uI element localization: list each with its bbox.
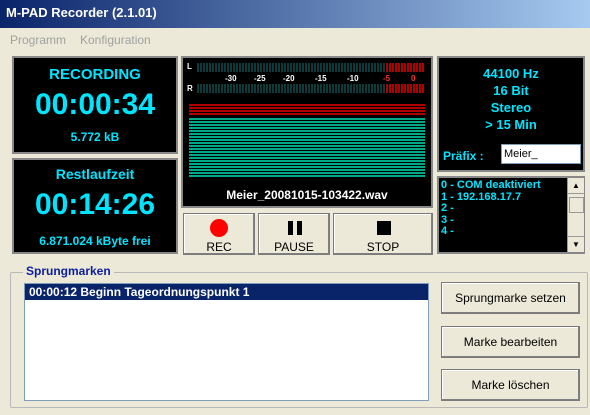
scroll-up-icon[interactable]: ▲	[568, 178, 584, 194]
remaining-free: 6.871.024 kByte frei	[39, 234, 151, 248]
delete-marker-button[interactable]: Marke löschen	[441, 369, 580, 401]
window-title: M-PAD Recorder (2.1.01)	[6, 5, 157, 20]
rec-button[interactable]: REC	[183, 213, 255, 255]
vu-meter-panel: L R -30 -25 -20 -15 -10 -5 0 Meier_20081…	[181, 56, 433, 208]
com-list-item[interactable]: 0 - COM deaktiviert	[441, 179, 565, 192]
recording-panel: RECORDING 00:00:34 5.772 kB	[12, 56, 178, 154]
sample-rate: 44100 Hz	[483, 66, 539, 81]
recording-filename: Meier_20081015-103422.wav	[226, 188, 388, 202]
scroll-down-icon[interactable]: ▼	[568, 236, 584, 252]
format-panel: 44100 Hz 16 Bit Stereo > 15 Min Präfix :	[437, 56, 585, 172]
pause-label: PAUSE	[274, 240, 314, 254]
vu-meter-bars	[189, 63, 425, 177]
menu-programm[interactable]: Programm	[10, 33, 66, 47]
remaining-time: 00:14:26	[34, 188, 156, 221]
record-dot-icon	[210, 219, 228, 237]
pause-button[interactable]: PAUSE	[258, 213, 330, 255]
max-duration: > 15 Min	[485, 117, 537, 132]
recording-time: 00:00:34	[34, 88, 156, 121]
menu-konfiguration[interactable]: Konfiguration	[80, 33, 151, 47]
vu-tick-label: -25	[254, 74, 266, 83]
com-list: 0 - COM deaktiviert 1 - 192.168.17.7 2 -…	[441, 179, 565, 238]
vu-tick-label: -15	[315, 74, 327, 83]
remaining-label: Restlaufzeit	[55, 166, 135, 182]
vu-tick-label: -5	[383, 74, 391, 83]
menu-bar: Programm Konfiguration	[0, 28, 590, 50]
stop-button[interactable]: STOP	[333, 213, 433, 255]
markers-group-title: Sprungmarken	[23, 264, 114, 278]
prefix-label: Präfix :	[443, 149, 484, 163]
edit-marker-button[interactable]: Marke bearbeiten	[441, 326, 580, 358]
bit-depth: 16 Bit	[493, 83, 529, 98]
stop-icon	[377, 221, 391, 235]
recording-label: RECORDING	[49, 66, 141, 83]
markers-list[interactable]: 00:00:12 Beginn Tageordnungspunkt 1	[24, 283, 429, 401]
com-list-item[interactable]: 1 - 192.168.17.7	[441, 191, 565, 204]
remaining-panel: Restlaufzeit 00:14:26 6.871.024 kByte fr…	[12, 158, 178, 254]
vu-tick-label: -30	[225, 74, 237, 83]
com-list-scrollbar[interactable]: ▲ ▼	[567, 178, 584, 252]
marker-list-item[interactable]: 00:00:12 Beginn Tageordnungspunkt 1	[25, 284, 428, 300]
recording-size: 5.772 kB	[70, 130, 120, 144]
rec-label: REC	[206, 240, 232, 254]
channel-mode: Stereo	[490, 100, 532, 115]
set-marker-button[interactable]: Sprungmarke setzen	[441, 282, 580, 314]
prefix-input[interactable]	[501, 144, 581, 164]
com-list-panel: 0 - COM deaktiviert 1 - 192.168.17.7 2 -…	[437, 176, 585, 254]
stop-label: STOP	[366, 240, 400, 254]
vu-tick-label: -10	[347, 74, 359, 83]
pause-icon	[288, 221, 302, 235]
com-list-item[interactable]: 3 -	[441, 214, 565, 227]
com-list-item[interactable]: 2 -	[441, 202, 565, 215]
vu-tick-label: 0	[411, 74, 416, 83]
scroll-thumb[interactable]	[569, 197, 584, 213]
com-list-item[interactable]: 4 -	[441, 225, 565, 238]
vu-tick-label: -20	[283, 74, 295, 83]
title-bar: M-PAD Recorder (2.1.01)	[0, 0, 590, 28]
